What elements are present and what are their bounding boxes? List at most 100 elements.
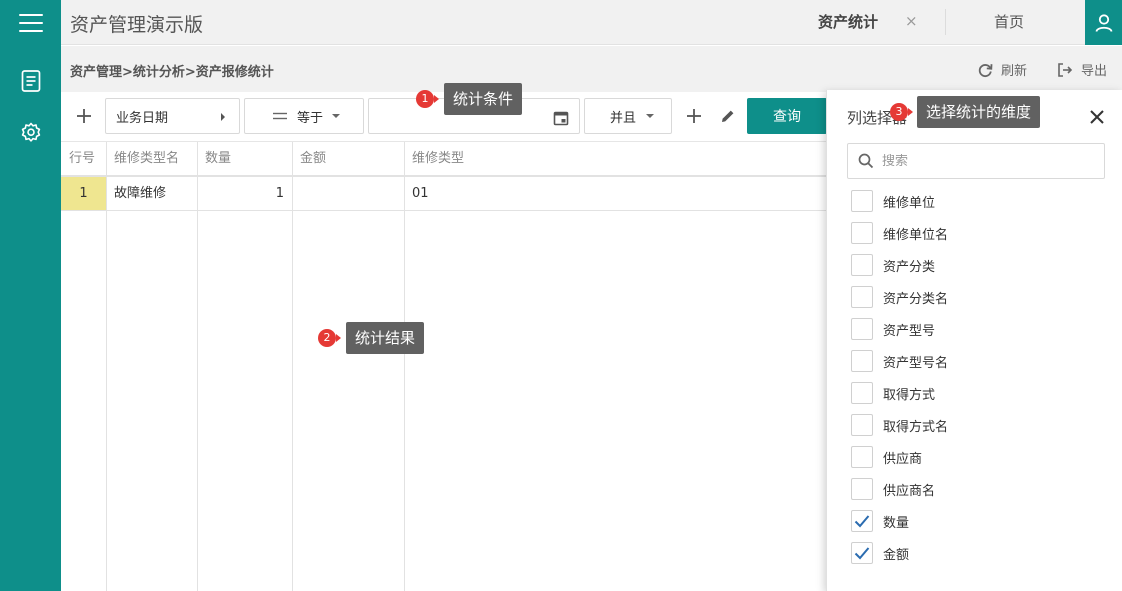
callout-dimensions: 选择统计的维度 — [917, 96, 1041, 128]
cell-amount — [300, 177, 400, 210]
column-option[interactable]: 取得方式名 — [851, 414, 948, 436]
cell-type-name: 故障维修 — [114, 186, 167, 201]
export-icon — [1058, 62, 1073, 77]
cell-type-code: 01 — [412, 186, 429, 201]
column-option[interactable]: 供应商名 — [851, 478, 935, 500]
callout-badge: 2 — [318, 329, 341, 347]
header-type-code[interactable]: 维修类型 — [404, 142, 826, 176]
query-button[interactable]: 查询 — [747, 98, 827, 134]
column-option-label: 供应商名 — [883, 483, 936, 499]
column-option-label: 资产型号名 — [883, 355, 949, 371]
table-row[interactable]: 1 故障维修 1 01 — [61, 177, 826, 211]
column-option-label: 取得方式名 — [883, 419, 949, 435]
field-select-value: 业务日期 — [116, 110, 169, 126]
field-select[interactable]: 业务日期 — [105, 98, 240, 134]
column-option[interactable]: 资产型号名 — [851, 350, 948, 372]
user-button[interactable] — [1085, 0, 1122, 45]
header-rownum[interactable]: 行号 — [61, 142, 106, 176]
tab-home[interactable]: 首页 — [994, 11, 1024, 32]
checkbox[interactable] — [851, 510, 873, 532]
callout-results: 统计结果 — [346, 322, 425, 354]
column-option[interactable]: 资产型号 — [851, 318, 935, 340]
results-table: 行号 维修类型名 数量 金额 维修类型 1 故障维修 1 01 — [61, 142, 826, 591]
column-option[interactable]: 维修单位名 — [851, 222, 948, 244]
checkbox[interactable] — [851, 190, 873, 212]
callout-badge: 1 — [416, 90, 439, 108]
tab-close-icon[interactable]: × — [905, 12, 918, 30]
column-option[interactable]: 资产分类 — [851, 254, 935, 276]
user-icon — [1095, 13, 1112, 32]
search-input[interactable] — [882, 153, 1082, 169]
hamburger-icon — [18, 13, 43, 32]
checkmark-icon — [854, 515, 870, 528]
logic-select-value: 并且 — [610, 110, 637, 126]
edit-button[interactable] — [717, 105, 739, 127]
column-option-label: 供应商 — [883, 451, 923, 467]
operator-select[interactable]: 等于 — [244, 98, 364, 134]
column-option-label: 维修单位 — [883, 195, 936, 211]
column-option-label: 资产型号 — [883, 323, 936, 339]
logic-select[interactable]: 并且 — [584, 98, 672, 134]
app-title: 资产管理演示版 — [70, 14, 204, 36]
header-quantity[interactable]: 数量 — [197, 142, 292, 176]
header-amount[interactable]: 金额 — [292, 142, 404, 176]
checkbox[interactable] — [851, 286, 873, 308]
plus-icon — [687, 109, 701, 123]
checkbox[interactable] — [851, 350, 873, 372]
caret-right-icon — [221, 113, 225, 121]
column-option[interactable]: 数量 — [851, 510, 909, 532]
column-option-label: 资产分类名 — [883, 291, 949, 307]
calendar-icon[interactable] — [553, 110, 569, 126]
column-option-label: 维修单位名 — [883, 227, 949, 243]
cell-rownum: 1 — [61, 177, 106, 210]
column-option[interactable]: 金额 — [851, 542, 909, 564]
breadcrumb-bar: 资产管理>统计分析>资产报修统计 刷新 导出 — [61, 46, 1122, 92]
refresh-button[interactable]: 刷新 — [977, 60, 1027, 79]
checkmark-icon — [854, 547, 870, 560]
checkbox[interactable] — [851, 542, 873, 564]
plus-icon — [77, 109, 91, 123]
export-button[interactable]: 导出 — [1057, 60, 1107, 79]
callout-conditions: 统计条件 — [444, 83, 523, 115]
column-option-label: 金额 — [883, 547, 910, 563]
chevron-down-icon — [332, 114, 341, 118]
column-option-label: 资产分类 — [883, 259, 936, 275]
equals-icon — [273, 112, 287, 120]
close-icon[interactable] — [1086, 106, 1108, 128]
checkbox[interactable] — [851, 446, 873, 468]
checkbox[interactable] — [851, 254, 873, 276]
checkbox[interactable] — [851, 478, 873, 500]
header-type-name[interactable]: 维修类型名 — [106, 142, 197, 176]
tab-divider — [945, 9, 946, 35]
document-icon[interactable] — [19, 69, 43, 93]
export-label: 导出 — [1081, 64, 1108, 79]
callout-badge: 3 — [890, 103, 913, 121]
checkbox[interactable] — [851, 414, 873, 436]
operator-select-value: 等于 — [297, 110, 324, 126]
checkbox[interactable] — [851, 318, 873, 340]
add-row-button[interactable] — [683, 105, 705, 127]
menu-button[interactable] — [0, 0, 61, 45]
gear-icon[interactable] — [19, 120, 43, 144]
column-chooser-panel: 列选择器 维修单位维修单位名资产分类资产分类名资产型号资产型号名取得方式取得方式… — [826, 90, 1122, 591]
tab-asset-statistics[interactable]: 资产统计 — [818, 11, 878, 32]
column-option[interactable]: 供应商 — [851, 446, 922, 468]
refresh-icon — [978, 63, 993, 77]
sidebar — [0, 45, 61, 591]
search-icon — [858, 153, 874, 169]
breadcrumb[interactable]: 资产管理>统计分析>资产报修统计 — [70, 61, 274, 80]
top-bar: 资产管理演示版 资产统计 × 首页 — [0, 0, 1122, 45]
refresh-label: 刷新 — [1001, 64, 1028, 79]
pencil-icon — [722, 110, 734, 122]
add-condition-button[interactable] — [73, 105, 95, 127]
checkbox[interactable] — [851, 222, 873, 244]
column-option[interactable]: 资产分类名 — [851, 286, 948, 308]
column-option[interactable]: 取得方式 — [851, 382, 935, 404]
column-option[interactable]: 维修单位 — [851, 190, 935, 212]
search-field[interactable] — [847, 143, 1105, 179]
cell-quantity: 1 — [275, 186, 284, 201]
column-option-label: 取得方式 — [883, 387, 936, 403]
column-option-label: 数量 — [883, 515, 910, 531]
checkbox[interactable] — [851, 382, 873, 404]
chevron-down-icon — [646, 114, 655, 118]
